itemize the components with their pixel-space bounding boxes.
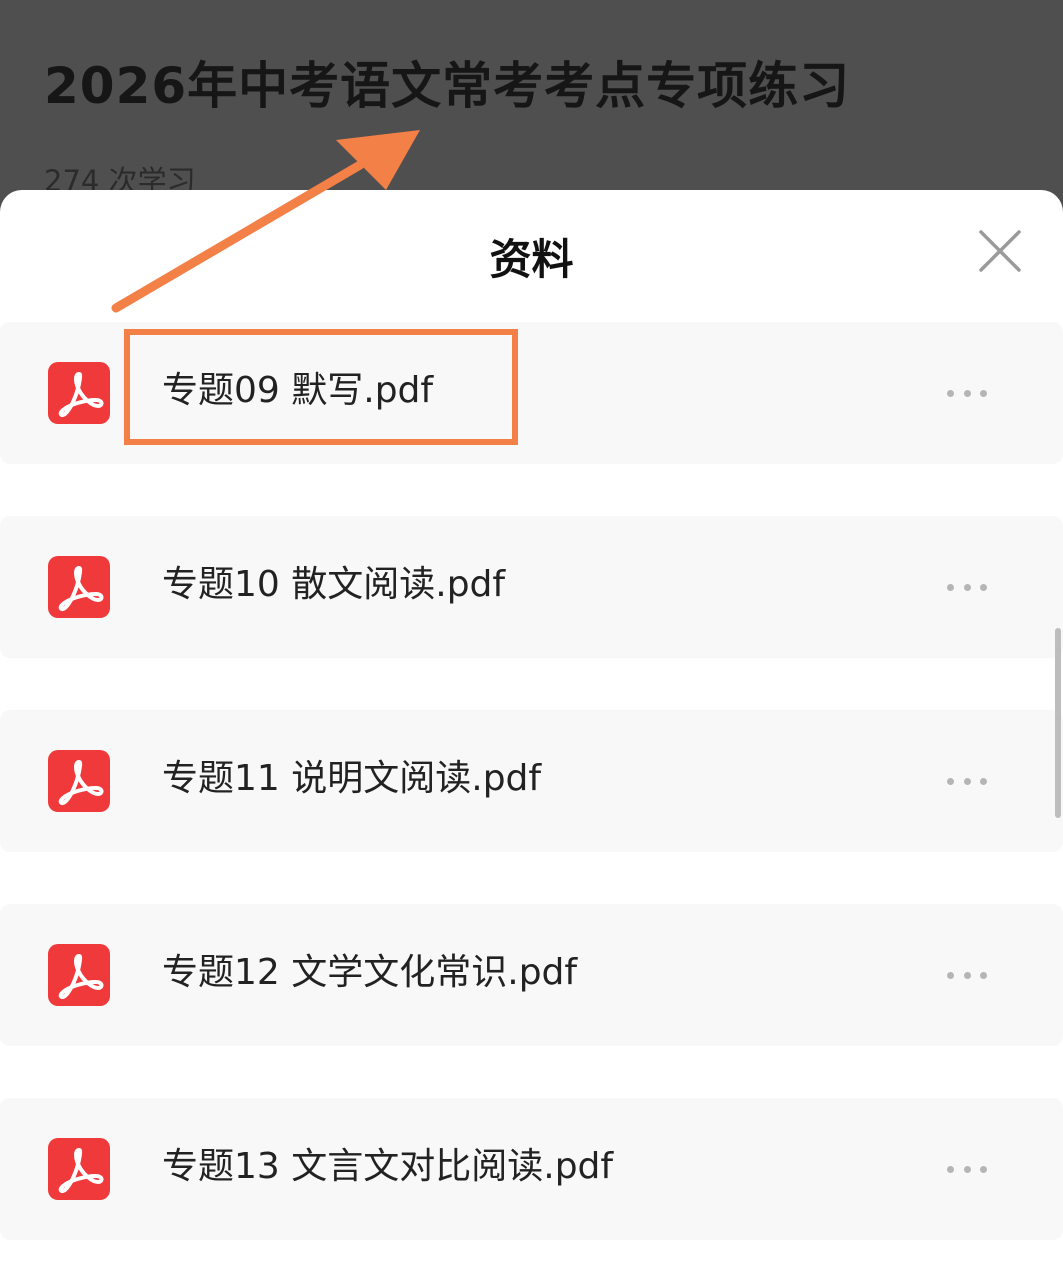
file-name: 专题11 说明文阅读.pdf <box>162 758 542 799</box>
dot <box>963 777 971 785</box>
scrollbar[interactable] <box>1055 628 1061 818</box>
dot <box>947 583 954 591</box>
file-name: 专题10 散文阅读.pdf <box>162 564 506 605</box>
more-options-button[interactable] <box>947 962 987 988</box>
dot <box>980 971 987 979</box>
course-title: 2026年中考语文常考考点专项练习 <box>44 57 851 115</box>
dot <box>947 389 954 397</box>
pdf-icon <box>48 750 110 812</box>
more-options-button[interactable] <box>947 1156 987 1182</box>
screen: 2026年中考语文常考考点专项练习 274 次学习 资料 专题09 默写.pdf <box>0 0 1063 1280</box>
close-icon <box>979 230 1021 272</box>
dot <box>963 971 971 979</box>
file-item[interactable]: 专题12 文学文化常识.pdf <box>0 904 1063 1046</box>
pdf-icon <box>48 556 110 618</box>
file-item[interactable]: 专题11 说明文阅读.pdf <box>0 710 1063 852</box>
file-name: 专题12 文学文化常识.pdf <box>162 952 578 993</box>
dot <box>963 389 971 397</box>
dot <box>980 1165 987 1173</box>
dot <box>947 777 954 785</box>
highlight-box <box>124 329 518 445</box>
dot <box>963 583 971 591</box>
dot <box>980 777 987 785</box>
more-options-button[interactable] <box>947 380 987 406</box>
more-options-button[interactable] <box>947 574 987 600</box>
file-item[interactable]: 专题13 文言文对比阅读.pdf <box>0 1098 1063 1240</box>
more-options-button[interactable] <box>947 768 987 794</box>
dot <box>980 583 987 591</box>
sheet-title: 资料 <box>489 235 574 284</box>
dot <box>947 1165 954 1173</box>
file-list: 专题09 默写.pdf 专题10 散文阅读.pdf 专题11 说明文阅读.pdf… <box>0 322 1063 1280</box>
dot <box>963 1165 971 1173</box>
close-button[interactable] <box>977 228 1023 274</box>
file-name: 专题13 文言文对比阅读.pdf <box>162 1146 614 1187</box>
dot <box>947 971 954 979</box>
pdf-icon <box>48 362 110 424</box>
pdf-icon <box>48 944 110 1006</box>
pdf-icon <box>48 1138 110 1200</box>
dot <box>980 389 987 397</box>
sheet-header: 资料 <box>0 190 1063 322</box>
file-item[interactable]: 专题10 散文阅读.pdf <box>0 516 1063 658</box>
